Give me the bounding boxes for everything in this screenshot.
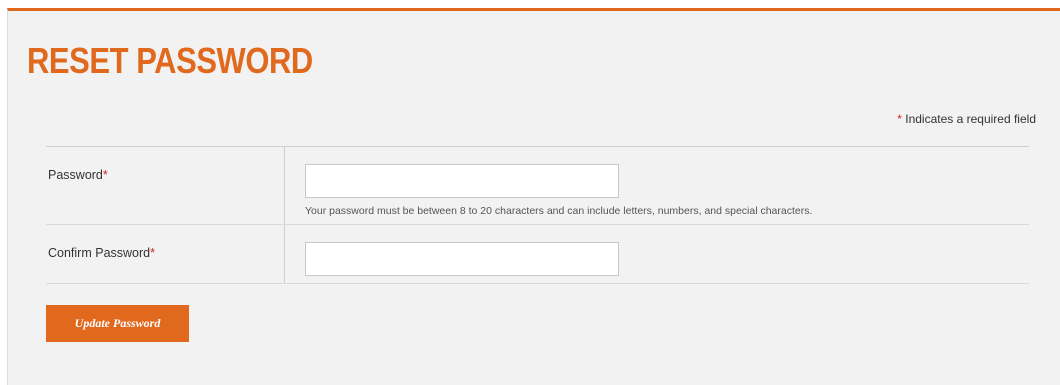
required-field-note: * Indicates a required field (897, 112, 1036, 126)
reset-password-panel: RESET PASSWORD * Indicates a required fi… (7, 8, 1060, 385)
password-required-mark: * (102, 168, 108, 182)
confirm-password-label-cell: Confirm Password* (46, 225, 285, 283)
update-password-button[interactable]: Update Password (46, 305, 189, 342)
password-input[interactable] (305, 164, 619, 198)
password-hint: Your password must be between 8 to 20 ch… (305, 205, 813, 217)
password-label-text: Password (48, 168, 103, 182)
confirm-password-label-text: Confirm Password (48, 246, 151, 260)
confirm-password-label: Confirm Password* (48, 246, 155, 260)
password-label-cell: Password* (46, 147, 285, 224)
confirm-password-required-mark: * (150, 246, 155, 260)
password-row: Password* Your password must be between … (46, 147, 1029, 225)
password-form: Password* Your password must be between … (46, 146, 1029, 284)
page-title: RESET PASSWORD (27, 40, 313, 81)
confirm-password-input[interactable] (305, 242, 619, 276)
confirm-password-row: Confirm Password* (46, 225, 1029, 284)
required-note-text: Indicates a required field (901, 112, 1036, 126)
password-label: Password* (48, 168, 108, 182)
